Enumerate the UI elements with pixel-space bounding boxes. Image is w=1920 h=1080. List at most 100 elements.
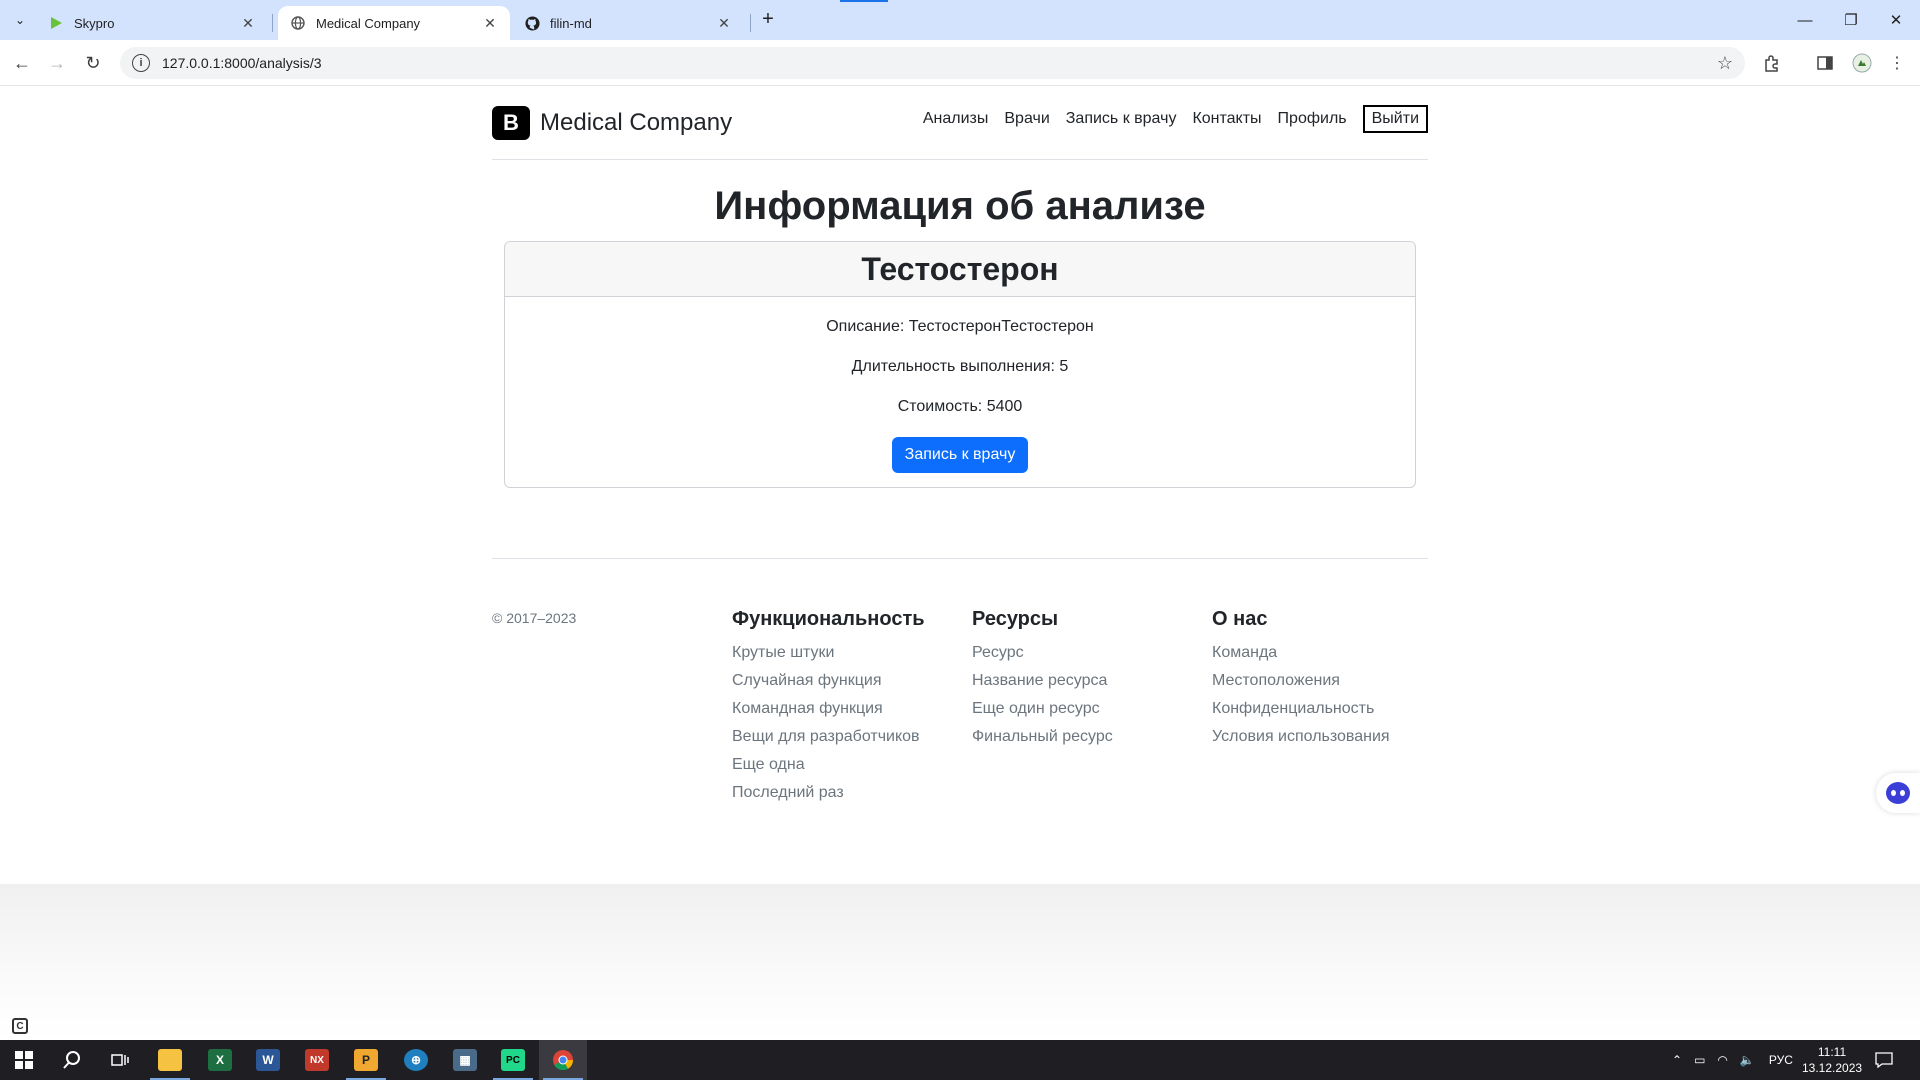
side-panel-icon[interactable] <box>1813 51 1837 75</box>
footer-link[interactable]: Финальный ресурс <box>972 723 1113 751</box>
clipboard-app-icon[interactable]: C <box>12 1018 28 1034</box>
nav-link-doctors[interactable]: Врачи <box>996 102 1057 136</box>
nav-link-analyses[interactable]: Анализы <box>915 102 997 136</box>
taskbar-clock[interactable]: 11:11 13.12.2023 <box>1802 1044 1862 1076</box>
language-indicator[interactable]: РУС <box>1769 1053 1793 1067</box>
loading-indicator <box>840 0 888 2</box>
browser-tab-bar: ⌄ Skypro ✕ Medical Company ✕ filin-md ✕ … <box>0 0 1920 40</box>
volume-icon[interactable]: 🔈 <box>1740 1053 1755 1067</box>
analysis-description: Описание: ТестостеронТестостерон <box>826 318 1094 335</box>
meet-now-icon[interactable]: ▭ <box>1694 1053 1705 1067</box>
footer-link[interactable]: Конфиденциальность <box>1212 695 1390 723</box>
address-bar[interactable]: i 127.0.0.1:8000/analysis/3 ☆ <box>120 47 1745 79</box>
page-title: Информация об анализе <box>714 184 1206 228</box>
footer-link[interactable]: Командная функция <box>732 695 925 723</box>
start-button[interactable] <box>0 1040 48 1080</box>
footer-link[interactable]: Случайная функция <box>732 667 925 695</box>
nx-icon: NX <box>305 1049 329 1071</box>
main-nav: Анализы Врачи Запись к врачу Контакты Пр… <box>915 102 1428 136</box>
web-page: B Medical Company Анализы Врачи Запись к… <box>0 86 1920 884</box>
excel-icon: X <box>208 1049 232 1071</box>
new-tab-button[interactable]: + <box>758 9 778 30</box>
footer-column-about: О нас Команда Местоположения Конфиденциа… <box>1212 608 1390 751</box>
chevron-up-icon[interactable]: ⌃ <box>1672 1053 1682 1067</box>
notifications-button[interactable] <box>1864 1040 1904 1080</box>
footer-link[interactable]: Команда <box>1212 639 1390 667</box>
tab-separator <box>750 14 751 32</box>
notification-center-icon <box>1875 1052 1893 1068</box>
github-icon <box>524 15 540 31</box>
extensions-icon[interactable] <box>1760 51 1784 75</box>
brand-name: Medical Company <box>540 109 733 136</box>
footer-link[interactable]: Еще один ресурс <box>972 695 1113 723</box>
footer-link[interactable]: Вещи для разработчиков <box>732 723 925 751</box>
windows-logo-icon <box>15 1051 33 1069</box>
close-window-button[interactable]: ✕ <box>1881 8 1911 32</box>
taskbar-word[interactable]: W <box>244 1040 292 1080</box>
taskbar-network-tool[interactable]: ⊕ <box>392 1040 440 1080</box>
bootstrap-logo-icon: B <box>492 106 530 140</box>
site-info-icon[interactable]: i <box>132 54 150 72</box>
back-button[interactable]: ← <box>9 50 35 76</box>
taskbar-nx[interactable]: NX <box>293 1040 341 1080</box>
copyright: © 2017–2023 <box>492 610 577 626</box>
footer-heading: О нас <box>1212 608 1268 630</box>
profile-avatar[interactable] <box>1850 51 1874 75</box>
brand-link[interactable]: B Medical Company <box>492 106 732 140</box>
browser-toolbar: ← → ↻ i 127.0.0.1:8000/analysis/3 ☆ ⋮ <box>0 40 1920 86</box>
footer-link[interactable]: Местоположения <box>1212 667 1390 695</box>
footer-link[interactable]: Крутые штуки <box>732 639 925 667</box>
tab-list-dropdown[interactable]: ⌄ <box>10 10 30 30</box>
taskbar-pycharm[interactable]: PC <box>489 1040 537 1080</box>
bookmark-star-icon[interactable]: ☆ <box>1717 53 1733 74</box>
word-icon: W <box>256 1049 280 1071</box>
tab-title: filin-md <box>550 15 592 31</box>
footer-link[interactable]: Последний раз <box>732 779 925 807</box>
footer-link[interactable]: Еще одна <box>732 751 925 779</box>
book-appointment-button[interactable]: Запись к врачу <box>891 437 1029 473</box>
globe-icon <box>290 15 306 31</box>
taskbar-calculator[interactable]: ▦ <box>441 1040 489 1080</box>
browser-menu-icon[interactable]: ⋮ <box>1885 51 1909 75</box>
restore-button[interactable]: ❐ <box>1836 8 1866 32</box>
forward-button[interactable]: → <box>44 50 70 76</box>
taskbar-chrome[interactable] <box>539 1040 587 1080</box>
nav-link-appointment[interactable]: Запись к врачу <box>1058 102 1185 136</box>
close-tab-icon[interactable]: ✕ <box>716 15 732 31</box>
minimize-button[interactable]: — <box>1790 8 1820 32</box>
footer-link[interactable]: Название ресурса <box>972 667 1113 695</box>
taskbar-excel[interactable]: X <box>196 1040 244 1080</box>
reload-button[interactable]: ↻ <box>80 50 106 76</box>
clock-time: 11:11 <box>1817 1045 1847 1059</box>
pycharm-icon: PC <box>501 1049 525 1071</box>
footer-heading: Ресурсы <box>972 608 1059 630</box>
search-icon <box>63 1051 80 1069</box>
chevron-down-icon: ⌄ <box>14 13 26 27</box>
close-tab-icon[interactable]: ✕ <box>240 15 256 31</box>
taskbar-file-explorer[interactable] <box>146 1040 194 1080</box>
minimize-icon: — <box>1797 11 1813 29</box>
page-background-gradient <box>0 884 1920 1040</box>
logout-button[interactable]: Выйти <box>1362 105 1428 133</box>
tab-medical-company[interactable]: Medical Company ✕ <box>278 6 510 40</box>
url-text[interactable]: 127.0.0.1:8000/analysis/3 <box>162 55 1717 71</box>
footer-link[interactable]: Условия использования <box>1212 723 1390 751</box>
chat-assistant-button[interactable] <box>1876 773 1920 813</box>
task-view-icon <box>111 1054 129 1066</box>
wifi-icon[interactable]: ◠ <box>1717 1053 1727 1067</box>
footer-column-features: Функциональность Крутые штуки Случайная … <box>732 608 925 807</box>
taskbar-pdf-editor[interactable]: P <box>342 1040 390 1080</box>
analysis-card: Тестостерон Описание: ТестостеронТестост… <box>504 241 1416 488</box>
assistant-face-icon <box>1886 782 1910 804</box>
task-view-button[interactable] <box>96 1040 144 1080</box>
tab-github[interactable]: filin-md ✕ <box>512 6 744 40</box>
tab-title: Medical Company <box>316 15 421 31</box>
search-button[interactable] <box>48 1040 96 1080</box>
close-tab-icon[interactable]: ✕ <box>482 15 498 31</box>
tab-separator <box>272 14 273 32</box>
footer-link[interactable]: Ресурс <box>972 639 1113 667</box>
nav-link-profile[interactable]: Профиль <box>1270 102 1355 136</box>
footer-column-resources: Ресурсы Ресурс Название ресурса Еще один… <box>972 608 1113 751</box>
tab-skypro[interactable]: Skypro ✕ <box>36 6 268 40</box>
nav-link-contacts[interactable]: Контакты <box>1184 102 1269 136</box>
